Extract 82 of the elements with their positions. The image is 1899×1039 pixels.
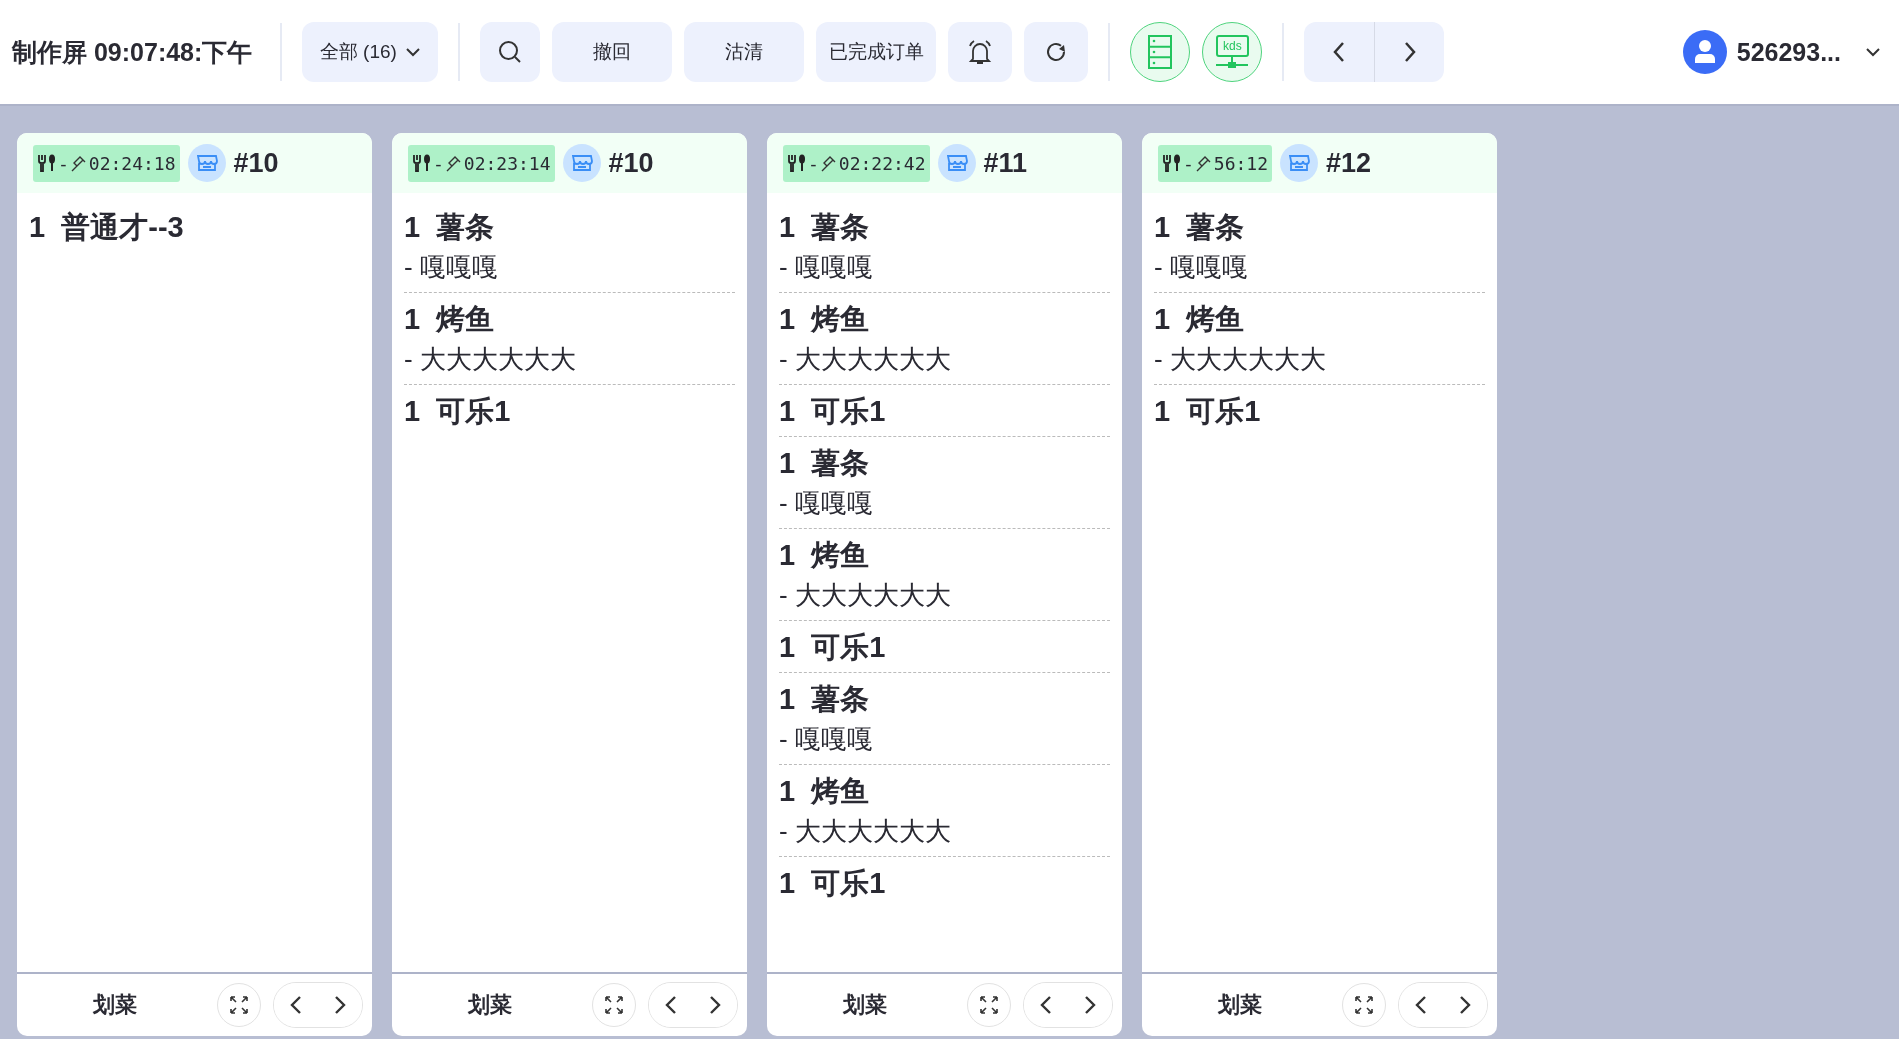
serve-button[interactable]: 划菜 [775,980,955,1030]
utensils-icon [37,154,57,172]
expand-icon [979,995,999,1015]
dish-modifier: - 大大大大大大 [404,343,577,376]
expand-button[interactable] [217,983,261,1027]
timer-badge: - 02:22:42 [783,144,930,182]
expand-icon [229,995,249,1015]
server-rack-icon [1146,34,1175,70]
filter-dropdown[interactable]: 全部 (16) [302,22,439,82]
search-button[interactable] [480,22,541,82]
serve-button[interactable]: 划菜 [1150,980,1330,1030]
avatar-icon [1682,30,1727,74]
network-stand-icon [1214,57,1251,69]
refresh-button[interactable] [1024,22,1089,82]
dish-name: 1 烤鱼 [779,774,871,809]
order-number: #12 [1326,147,1372,179]
utensils-icon [1162,154,1182,172]
dish-name: 1 可乐1 [779,866,887,901]
chevron-left-icon [1332,41,1347,63]
store-icon [1280,144,1319,182]
dish-name: 1 可乐1 [779,630,887,665]
timer-badge: - 56:12 [1158,144,1273,182]
pin-icon [444,154,463,172]
dish-name: 1 烤鱼 [404,302,496,337]
chevron-right-icon [334,995,346,1015]
store-icon [187,144,226,182]
dish-modifier: - 大大大大大大 [779,815,952,848]
dish-name: 1 可乐1 [404,394,512,429]
store-icon [937,144,976,182]
dish-name: 1 烤鱼 [779,302,871,337]
dish-name: 1 可乐1 [1154,394,1262,429]
chevron-down-icon [404,47,421,57]
pin-icon [1194,154,1213,172]
chevron-right-icon [1459,995,1471,1015]
expand-icon [604,995,624,1015]
dish-modifier: - 嘎嘎嘎 [404,251,499,284]
expand-button[interactable] [967,983,1011,1027]
chevron-left-icon [1415,995,1427,1015]
dish-modifier: - 大大大大大大 [779,579,952,612]
pin-icon [69,154,88,172]
expand-icon [1354,995,1374,1015]
dish-name: 1 薯条 [404,210,496,245]
dish-name: 1 烤鱼 [1154,302,1246,337]
chevron-down-icon [1865,47,1881,57]
chevron-right-icon [709,995,721,1015]
dish-name: 1 可乐1 [779,394,887,429]
dish-modifier: - 嘎嘎嘎 [779,251,874,284]
dish-name: 1 烤鱼 [779,538,871,573]
chevron-left-icon [1040,995,1052,1015]
order-number: #10 [608,147,654,179]
chevron-left-icon [665,995,677,1015]
pin-icon [819,154,838,172]
utensils-icon [787,154,807,172]
serve-button[interactable]: 划菜 [400,980,580,1030]
serve-button[interactable]: 划菜 [25,980,205,1030]
toolbar-button[interactable]: 沽清 [684,22,805,82]
toolbar-button[interactable]: 已完成订单 [816,22,937,82]
dish-name: 1 薯条 [779,210,871,245]
screen-title: 制作屏 09:07:48:下午 [12,36,253,68]
timer-badge: - 02:23:14 [408,144,555,182]
order-number: #10 [233,147,279,179]
toolbar-button[interactable]: 撤回 [552,22,673,82]
dish-modifier: - 嘎嘎嘎 [779,723,874,756]
user-menu[interactable]: 526293... [1676,29,1887,75]
timer-badge: - 02:24:18 [33,144,180,182]
utensils-icon [412,154,432,172]
dish-name: 1 普通才--3 [29,210,185,245]
dish-modifier: - 大大大大大大 [779,343,952,376]
dish-modifier: - 嘎嘎嘎 [779,487,874,520]
dish-name: 1 薯条 [779,682,871,717]
dish-modifier: - 大大大大大大 [1154,343,1327,376]
store-icon [562,144,601,182]
order-number: #11 [983,147,1028,179]
dish-modifier: - 嘎嘎嘎 [1154,251,1249,284]
chevron-right-icon [1084,995,1096,1015]
chevron-right-icon [1402,41,1417,63]
chevron-left-icon [290,995,302,1015]
dish-name: 1 薯条 [1154,210,1246,245]
expand-button[interactable] [592,983,636,1027]
dish-name: 1 薯条 [779,446,871,481]
expand-button[interactable] [1342,983,1386,1027]
bell-button[interactable] [948,22,1013,82]
